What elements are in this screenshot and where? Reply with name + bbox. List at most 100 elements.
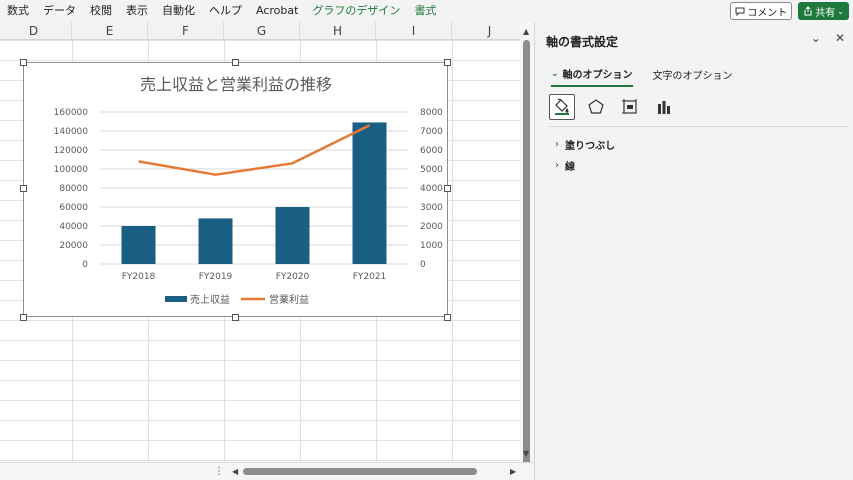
column-header-j[interactable]: J <box>452 22 520 40</box>
pane-title: 軸の書式設定 <box>546 35 619 49</box>
y-tick-label: 0 <box>82 260 88 270</box>
tab-format[interactable]: 書式 <box>407 0 443 22</box>
resize-handle-top-left[interactable] <box>20 59 27 66</box>
bar[interactable] <box>198 218 233 264</box>
column-header-d[interactable]: D <box>0 22 72 40</box>
resize-handle-bottom-right[interactable] <box>444 314 451 321</box>
chart-area[interactable]: 売上収益と営業利益の推移 0 20000 40000 60000 80000 100000… <box>23 62 448 317</box>
bar[interactable] <box>275 207 310 264</box>
resize-handle-right[interactable] <box>444 185 451 192</box>
column-header-row: D E F G H I J <box>0 22 520 40</box>
scroll-down-icon[interactable]: ▼ <box>523 450 529 458</box>
vertical-scrollbar[interactable]: ▲ ▼ <box>520 22 534 468</box>
x-tick-label: FY2018 <box>122 272 156 282</box>
tab-axis-options-label: 軸のオプション <box>562 70 633 81</box>
y-tick-label: 40000 <box>59 222 88 232</box>
section-line-label: 線 <box>565 162 575 173</box>
chevron-down-icon[interactable]: ⌄ <box>811 31 821 45</box>
pane-tabs: ⌄ 軸のオプション 文字のオプション <box>551 66 733 87</box>
resize-handle-top-right[interactable] <box>444 59 451 66</box>
tab-chart-design[interactable]: グラフのデザイン <box>305 0 407 22</box>
tab-automate[interactable]: 自動化 <box>155 0 202 22</box>
x-tick-label: FY2019 <box>199 272 233 282</box>
size-properties-button[interactable] <box>617 94 643 120</box>
resize-handle-top[interactable] <box>232 59 239 66</box>
tab-view[interactable]: 表示 <box>119 0 155 22</box>
tab-axis-options[interactable]: ⌄ 軸のオプション <box>551 66 633 87</box>
y-tick-label: 120000 <box>54 146 89 156</box>
format-axis-pane: 軸の書式設定 ⌄ ✕ ⌄ 軸のオプション 文字のオプション › 塗りつぶし › … <box>534 22 853 480</box>
axis-options-button[interactable] <box>651 94 677 120</box>
resize-handle-bottom[interactable] <box>232 314 239 321</box>
column-header-g[interactable]: G <box>224 22 300 40</box>
column-header-h[interactable]: H <box>300 22 376 40</box>
resize-handle-left[interactable] <box>20 185 27 192</box>
y2-tick-label: 5000 <box>420 165 443 175</box>
section-line[interactable]: › 線 <box>555 158 575 173</box>
bar[interactable] <box>121 226 156 264</box>
comment-label: コメント <box>747 7 788 19</box>
legend-label: 営業利益 <box>269 293 309 306</box>
scroll-right-icon[interactable]: ▶ <box>510 468 516 476</box>
pane-category-icons <box>549 94 677 120</box>
y2-tick-label: 1000 <box>420 241 443 251</box>
share-label: 共有 <box>815 7 836 19</box>
fill-line-button[interactable] <box>549 94 575 120</box>
more-options-icon[interactable]: ⋮ <box>214 466 224 477</box>
chart-legend[interactable]: 売上収益 営業利益 <box>165 293 309 306</box>
y-tick-label: 140000 <box>54 127 89 137</box>
share-icon <box>804 6 812 16</box>
ribbon-tab-list: 数式 データ 校閲 表示 自動化 ヘルプ Acrobat グラフのデザイン 書式 <box>0 0 443 22</box>
chevron-down-icon: ⌄ <box>551 68 559 79</box>
close-icon[interactable]: ✕ <box>835 31 845 45</box>
chevron-down-icon: ⌄ <box>837 6 844 16</box>
y2-tick-label: 6000 <box>420 146 443 156</box>
y2-tick-label: 3000 <box>420 203 443 213</box>
chevron-right-icon: › <box>555 139 559 150</box>
comment-button[interactable]: コメント <box>730 2 793 20</box>
tab-review[interactable]: 校閲 <box>83 0 119 22</box>
category-axis[interactable]: FY2018 FY2019 FY2020 FY2021 <box>122 272 387 282</box>
bar-series-sales[interactable] <box>121 122 387 264</box>
resize-handle-bottom-left[interactable] <box>20 314 27 321</box>
y-tick-label: 160000 <box>54 108 89 118</box>
combo-chart[interactable]: 売上収益と営業利益の推移 020000400006000080000100000… <box>24 63 449 318</box>
section-fill[interactable]: › 塗りつぶし <box>555 137 615 152</box>
horizontal-scrollbar[interactable]: ⋮ ◀ ▶ <box>0 462 534 480</box>
column-header-e[interactable]: E <box>72 22 148 40</box>
pane-controls: ⌄ ✕ <box>811 31 845 45</box>
primary-value-axis[interactable]: 0 20000 40000 60000 80000 100000 120000 140000 1… <box>54 108 89 270</box>
tab-formulas[interactable]: 数式 <box>0 0 36 22</box>
chart-title[interactable]: 売上収益と営業利益の推移 <box>140 75 332 94</box>
effects-button[interactable] <box>583 94 609 120</box>
pane-divider <box>549 126 849 127</box>
bar[interactable] <box>352 122 387 264</box>
column-header-i[interactable]: I <box>376 22 452 40</box>
ribbon-actions: コメント 共有 ⌄ <box>730 2 849 20</box>
tab-help[interactable]: ヘルプ <box>202 0 249 22</box>
tab-data[interactable]: データ <box>36 0 83 22</box>
section-fill-label: 塗りつぶし <box>565 141 616 152</box>
y2-tick-label: 2000 <box>420 222 443 232</box>
y-tick-label: 100000 <box>54 165 89 175</box>
y-tick-label: 20000 <box>59 241 88 251</box>
y2-tick-label: 7000 <box>420 127 443 137</box>
chevron-right-icon: › <box>555 160 559 171</box>
scroll-up-icon[interactable]: ▲ <box>523 28 529 36</box>
legend-swatch-bar <box>165 296 187 302</box>
tab-text-options[interactable]: 文字のオプション <box>653 66 733 87</box>
size-properties-icon <box>622 99 637 114</box>
share-button[interactable]: 共有 ⌄ <box>798 2 849 20</box>
column-header-f[interactable]: F <box>148 22 224 40</box>
secondary-value-axis[interactable]: 0 1000 2000 3000 4000 5000 6000 7000 8000 <box>420 108 443 270</box>
y2-tick-label: 0 <box>420 260 426 270</box>
scroll-left-icon[interactable]: ◀ <box>232 468 238 476</box>
y-tick-label: 80000 <box>59 184 88 194</box>
y-tick-label: 60000 <box>59 203 88 213</box>
legend-label: 売上収益 <box>190 293 230 306</box>
horizontal-scroll-thumb[interactable] <box>243 468 477 475</box>
tab-acrobat[interactable]: Acrobat <box>249 0 305 22</box>
effects-icon <box>588 99 604 114</box>
comment-icon <box>735 7 745 16</box>
vertical-scroll-thumb[interactable] <box>523 40 530 468</box>
